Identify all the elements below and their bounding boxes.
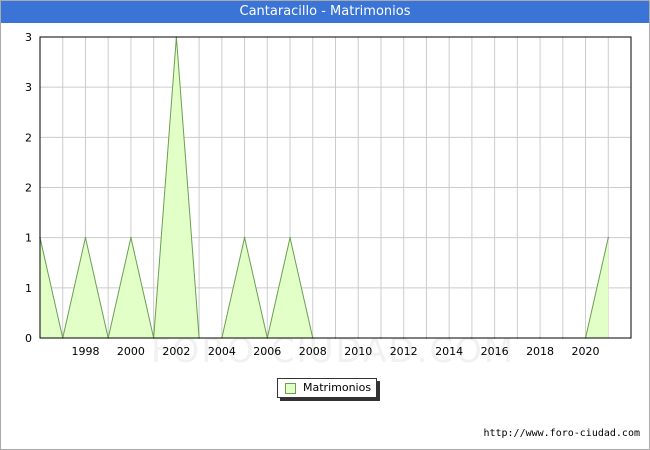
data-point xyxy=(84,236,87,239)
y-tick-label: 2 xyxy=(25,182,32,195)
x-tick-label: 2008 xyxy=(299,345,327,358)
y-tick-label: 0 xyxy=(25,332,32,345)
legend-swatch xyxy=(285,383,296,394)
chart-frame: Cantaracillo - Matrimonios FORO-CIUDAD.C… xyxy=(0,0,650,450)
x-tick-label: 2002 xyxy=(162,345,190,358)
data-point xyxy=(243,236,246,239)
y-tick-label: 1 xyxy=(25,282,32,295)
source-url: http://www.foro-ciudad.com xyxy=(483,428,640,439)
data-point xyxy=(607,236,610,239)
data-point xyxy=(130,236,132,239)
y-tick-label: 1 xyxy=(25,232,32,245)
data-point xyxy=(289,236,291,239)
legend: Matrimonios xyxy=(277,378,377,398)
legend-label: Matrimonios xyxy=(303,381,372,394)
x-tick-label: 2020 xyxy=(572,345,600,358)
x-tick-label: 1998 xyxy=(71,345,99,358)
y-tick-label: 2 xyxy=(25,131,32,144)
x-tick-label: 2000 xyxy=(117,345,145,358)
x-tick-label: 2006 xyxy=(253,345,281,358)
x-tick-label: 2016 xyxy=(481,345,509,358)
y-tick-label: 3 xyxy=(25,31,32,44)
x-tick-label: 2014 xyxy=(435,345,463,358)
x-tick-label: 2004 xyxy=(208,345,236,358)
y-tick-label: 3 xyxy=(25,81,32,94)
x-tick-label: 2012 xyxy=(390,345,418,358)
x-tick-label: 2018 xyxy=(526,345,554,358)
x-tick-label: 2010 xyxy=(344,345,372,358)
